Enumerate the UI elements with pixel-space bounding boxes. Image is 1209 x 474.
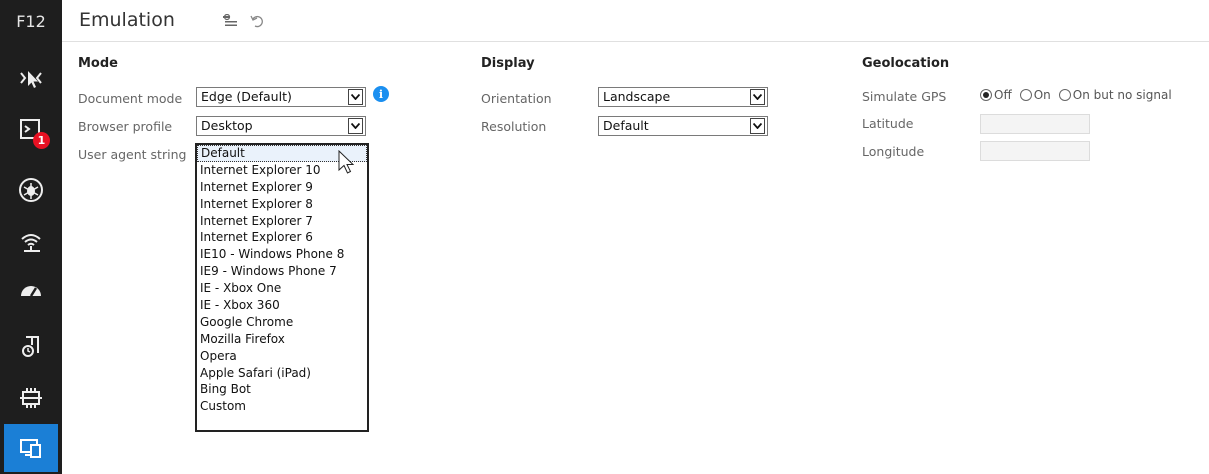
- tool-sidebar: F12 1: [0, 0, 62, 474]
- user-agent-option[interactable]: Google Chrome: [197, 314, 367, 331]
- debugger-tab[interactable]: [0, 164, 62, 216]
- chevron-down-icon: [750, 118, 765, 134]
- network-tab[interactable]: [0, 216, 62, 268]
- console-tab[interactable]: 1: [0, 104, 62, 156]
- user-agent-option[interactable]: Apple Safari (iPad): [197, 365, 367, 382]
- dom-explorer-tab[interactable]: [0, 52, 62, 104]
- document-mode-select[interactable]: Edge (Default): [196, 87, 366, 107]
- radio-checked-icon: [980, 89, 992, 101]
- chevron-down-icon: [348, 118, 363, 134]
- ui-responsiveness-icon: [20, 388, 42, 408]
- resolution-label: Resolution: [481, 119, 547, 134]
- mode-section-title: Mode: [78, 56, 118, 71]
- radio-unchecked-icon: [1058, 89, 1071, 101]
- chevron-down-icon: [348, 89, 363, 105]
- geolocation-section-title: Geolocation: [862, 56, 950, 71]
- page-title: Emulation: [79, 9, 175, 31]
- dom-explorer-icon: [20, 71, 42, 88]
- gps-no-signal-radio[interactable]: On but no signal: [1058, 88, 1172, 102]
- document-mode-label: Document mode: [78, 91, 183, 106]
- emulation-icon: [20, 439, 41, 458]
- ui-responsiveness-tab[interactable]: [0, 372, 62, 424]
- network-icon: [21, 234, 41, 252]
- user-agent-option[interactable]: Bing Bot: [197, 381, 367, 398]
- browser-profile-select[interactable]: Desktop: [196, 116, 366, 136]
- mouse-cursor-icon: [338, 150, 355, 174]
- f12-label: F12: [16, 11, 46, 31]
- emulation-header: Emulation: [62, 0, 1209, 42]
- info-icon[interactable]: i: [373, 86, 389, 102]
- user-agent-option[interactable]: Internet Explorer 7: [197, 213, 367, 230]
- user-agent-option[interactable]: IE - Xbox One: [197, 280, 367, 297]
- gps-on-radio[interactable]: On: [1019, 88, 1051, 102]
- longitude-label: Longitude: [862, 144, 925, 159]
- user-agent-option[interactable]: IE9 - Windows Phone 7: [197, 263, 367, 280]
- gps-no-signal-label: On but no signal: [1072, 88, 1172, 102]
- user-agent-option[interactable]: IE - Xbox 360: [197, 297, 367, 314]
- document-mode-value: Edge (Default): [201, 89, 292, 104]
- emulation-tab[interactable]: [4, 424, 58, 472]
- orientation-value: Landscape: [603, 89, 671, 104]
- resolution-value: Default: [603, 118, 649, 133]
- user-agent-label: User agent string: [78, 147, 187, 162]
- longitude-input[interactable]: [980, 141, 1090, 161]
- orientation-select[interactable]: Landscape: [598, 87, 768, 107]
- user-agent-option[interactable]: IE10 - Windows Phone 8: [197, 246, 367, 263]
- gps-on-label: On: [1033, 88, 1051, 102]
- gps-off-radio[interactable]: Off: [980, 88, 1012, 102]
- orientation-label: Orientation: [481, 91, 552, 106]
- user-agent-option[interactable]: Internet Explorer 6: [197, 229, 367, 246]
- undo-icon[interactable]: [248, 12, 266, 30]
- user-agent-option[interactable]: Mozilla Firefox: [197, 331, 367, 348]
- browser-profile-label: Browser profile: [78, 119, 173, 134]
- error-count-badge: 1: [33, 132, 50, 149]
- memory-icon: [22, 336, 39, 357]
- user-agent-option[interactable]: Internet Explorer 9: [197, 179, 367, 196]
- settings-reset-icon[interactable]: [222, 12, 240, 30]
- radio-unchecked-icon: [1019, 89, 1032, 101]
- user-agent-option[interactable]: Internet Explorer 8: [197, 196, 367, 213]
- performance-tab[interactable]: [0, 264, 62, 316]
- display-section-title: Display: [481, 56, 535, 71]
- gps-off-label: Off: [994, 88, 1012, 102]
- chevron-down-icon: [750, 89, 765, 105]
- latitude-label: Latitude: [862, 116, 914, 131]
- user-agent-option[interactable]: Opera: [197, 348, 367, 365]
- simulate-gps-label: Simulate GPS: [862, 89, 947, 104]
- performance-icon: [21, 286, 41, 297]
- memory-tab[interactable]: [0, 320, 62, 372]
- latitude-input[interactable]: [980, 114, 1090, 134]
- user-agent-dropdown-list[interactable]: Default Internet Explorer 10 Internet Ex…: [195, 143, 369, 432]
- gps-radio-group: Off On On but no signal: [980, 88, 1180, 102]
- browser-profile-value: Desktop: [201, 118, 253, 133]
- resolution-select[interactable]: Default: [598, 116, 768, 136]
- user-agent-option[interactable]: Custom: [197, 398, 367, 415]
- debugger-icon: [19, 178, 43, 202]
